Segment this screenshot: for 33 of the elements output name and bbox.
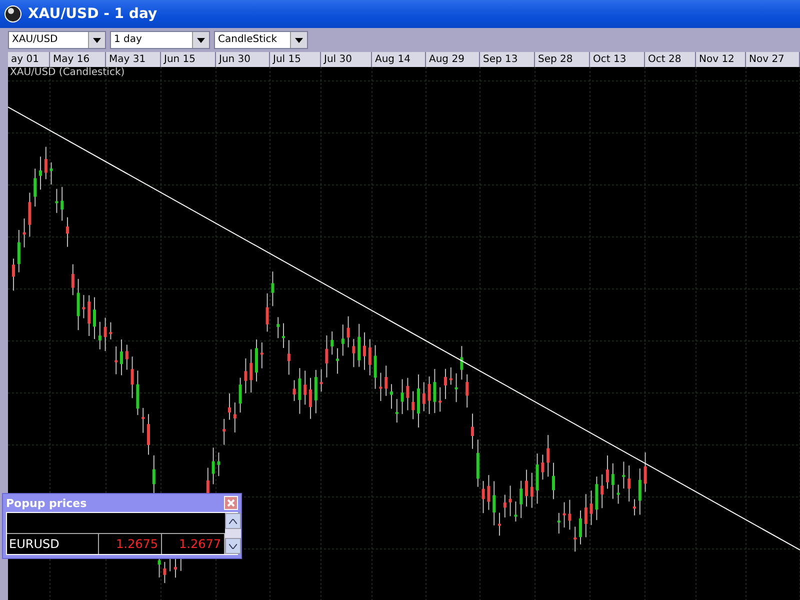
app-logo-icon <box>4 5 22 23</box>
date-label: Jul 15 <box>270 52 321 67</box>
symbol-cell: EURUSD <box>7 534 99 554</box>
date-label: Jun 15 <box>161 52 216 67</box>
dropdown[interactable]: 1 day <box>110 31 210 49</box>
caret-icon <box>197 38 205 42</box>
chevron-up-icon <box>229 518 237 524</box>
date-label: Jun 30 <box>216 52 270 67</box>
dropdown[interactable]: XAU/USD <box>8 31 106 49</box>
caret-icon <box>295 38 303 42</box>
date-label: Aug 29 <box>426 52 480 67</box>
date-label: ay 01 <box>8 52 50 67</box>
bid-price: 1.2675 <box>99 534 162 554</box>
date-label: Aug 14 <box>372 52 426 67</box>
date-label: Oct 13 <box>590 52 645 67</box>
date-label: Nov 12 <box>696 52 746 67</box>
popup-title: Popup prices <box>6 496 87 510</box>
date-label: Sep 28 <box>535 52 590 67</box>
window-title: XAU/USD - 1 day <box>28 6 158 22</box>
date-label: Oct 28 <box>645 52 696 67</box>
close-icon <box>227 499 235 507</box>
dropdown[interactable]: CandleStick <box>214 31 308 49</box>
scroll-down-button[interactable] <box>225 538 241 554</box>
date-label: May 31 <box>106 52 161 67</box>
date-label: Jul 30 <box>321 52 372 67</box>
chevron-down-icon <box>229 544 237 548</box>
scroll-up-button[interactable] <box>225 513 241 529</box>
date-label: Nov 27 <box>746 52 800 67</box>
date-label: May 16 <box>50 52 106 67</box>
caret-icon <box>93 38 101 42</box>
close-button[interactable] <box>224 496 238 510</box>
chart-legend: XAU/USD (Candlestick) <box>10 67 125 78</box>
date-label: Sep 13 <box>480 52 535 67</box>
